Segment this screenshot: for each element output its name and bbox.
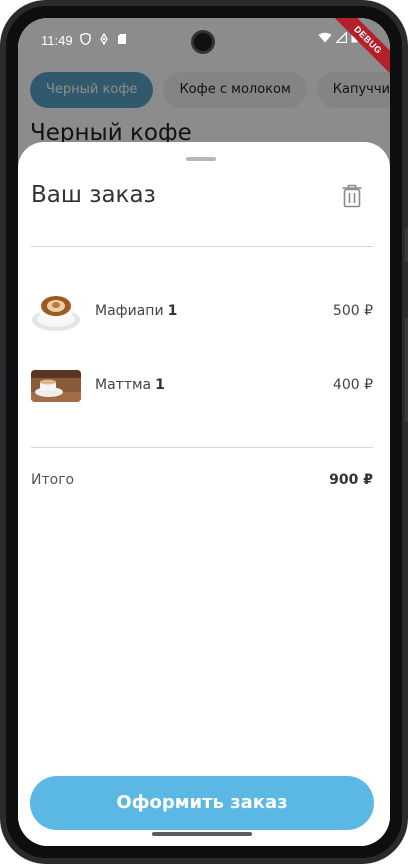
home-indicator[interactable]	[152, 832, 252, 836]
total-label: Итого	[31, 472, 75, 488]
wifi-icon	[318, 32, 332, 47]
order-item: Мафиапи 1 500 ₽	[31, 290, 373, 334]
trash-icon	[342, 184, 362, 208]
divider-top	[31, 246, 373, 247]
sheet-title: Ваш заказ	[31, 182, 156, 208]
order-item-title: Мафиапи	[95, 303, 164, 319]
order-item-name: Мафиапи 1	[95, 303, 177, 319]
total-row: Итого 900 ₽	[31, 472, 373, 492]
drag-handle[interactable]	[186, 157, 216, 161]
status-icons-left	[80, 32, 127, 48]
total-value: 900 ₽	[329, 472, 373, 488]
order-item-name: Маттма 1	[95, 377, 165, 393]
screen: Черный кофе Кофе с молоком Капуччин Черн…	[18, 18, 390, 846]
order-item-title: Маттма	[95, 377, 152, 393]
clear-order-button[interactable]	[336, 180, 368, 212]
sim-card-icon	[117, 33, 127, 48]
order-item: Маттма 1 400 ₽	[31, 364, 373, 408]
latte-art-cup-image	[31, 290, 81, 334]
device-frame: Черный кофе Кофе с молоком Капуччин Черн…	[0, 0, 408, 864]
divider-bottom	[31, 447, 373, 448]
order-item-price: 400 ₽	[332, 377, 373, 393]
front-camera	[191, 30, 215, 54]
checkout-button[interactable]: Оформить заказ	[30, 776, 374, 830]
order-item-qty: 1	[155, 377, 165, 393]
status-bar: 11:49 DEBUG	[18, 18, 390, 80]
coffee-cup-on-table-image	[31, 370, 81, 402]
order-item-price: 500 ₽	[332, 303, 373, 319]
order-bottom-sheet: Ваш заказ Мафиапи 1 500 ₽ Маттма 1 400 ₽…	[18, 142, 390, 846]
status-time: 11:49	[41, 33, 73, 48]
location-icon	[99, 32, 109, 48]
order-item-qty: 1	[167, 303, 178, 319]
shield-icon	[80, 32, 91, 48]
signal-icon	[334, 30, 348, 47]
